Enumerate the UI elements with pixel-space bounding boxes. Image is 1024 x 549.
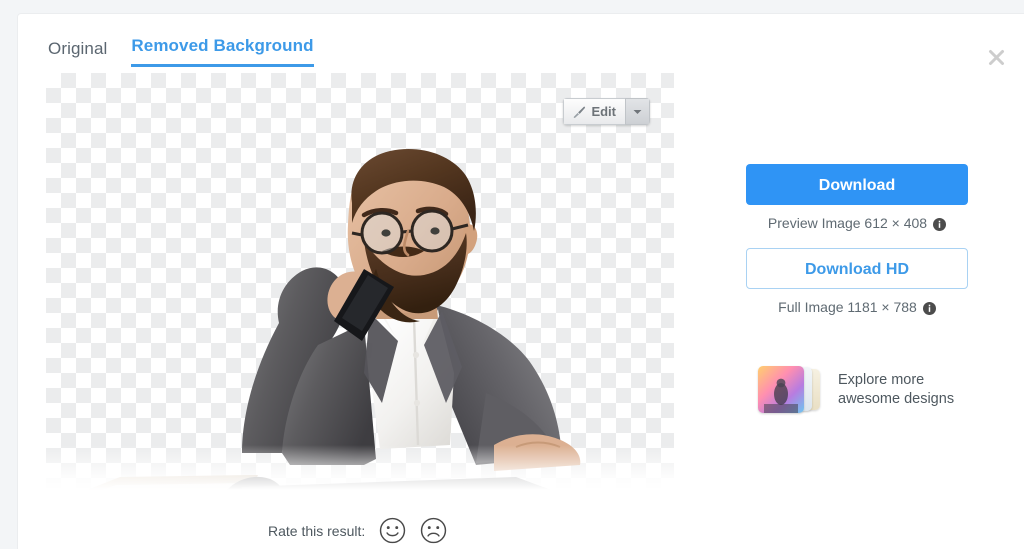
thumbnail-front [758, 366, 804, 413]
preview-info-icon[interactable] [933, 217, 947, 231]
download-hd-button[interactable]: Download HD [746, 248, 968, 289]
tab-removed-background[interactable]: Removed Background [131, 36, 314, 67]
edit-button[interactable]: Edit [563, 98, 625, 125]
preview-size-text: Preview Image 612 × 408 [767, 215, 928, 231]
rating-label: Rate this result: [268, 522, 366, 539]
result-card: Original Removed Background Edit Rate th… [18, 14, 1024, 549]
close-icon [988, 49, 1004, 65]
result-image [46, 149, 674, 490]
download-button[interactable]: Download [746, 164, 968, 205]
chevron-down-icon [633, 109, 642, 114]
tab-original[interactable]: Original [48, 39, 107, 67]
explore-more-link[interactable]: Explore more awesome designs [758, 366, 954, 413]
view-tabs: Original Removed Background [48, 36, 314, 67]
brush-icon [574, 105, 586, 118]
thumbnail-front-art [764, 378, 798, 413]
download-panel: Download Preview Image 612 × 408 Downloa… [746, 164, 968, 316]
close-button[interactable] [983, 44, 1009, 70]
rate-negative-button[interactable] [420, 517, 447, 544]
preview-inner: Edit [46, 73, 674, 490]
image-preview-area[interactable]: Edit [46, 73, 674, 490]
edit-dropdown-button[interactable] [625, 98, 650, 125]
edit-button-label: Edit [591, 104, 616, 119]
rate-positive-button[interactable] [379, 517, 406, 544]
explore-more-line1: Explore more [838, 371, 925, 388]
full-size-caption: Full Image 1181 × 788 [746, 298, 968, 316]
remove-background-result-page: Original Removed Background Edit Rate th… [0, 0, 1024, 549]
full-info-icon[interactable] [922, 301, 936, 315]
design-thumbnails [758, 366, 826, 413]
rating-section: Rate this result: [268, 517, 447, 544]
preview-size-caption: Preview Image 612 × 408 [746, 214, 968, 232]
full-size-text: Full Image 1181 × 788 [778, 299, 917, 315]
explore-more-line2: awesome designs [838, 390, 955, 407]
edit-button-group[interactable]: Edit [563, 98, 650, 125]
explore-more-text: Explore more awesome designs [838, 371, 954, 409]
